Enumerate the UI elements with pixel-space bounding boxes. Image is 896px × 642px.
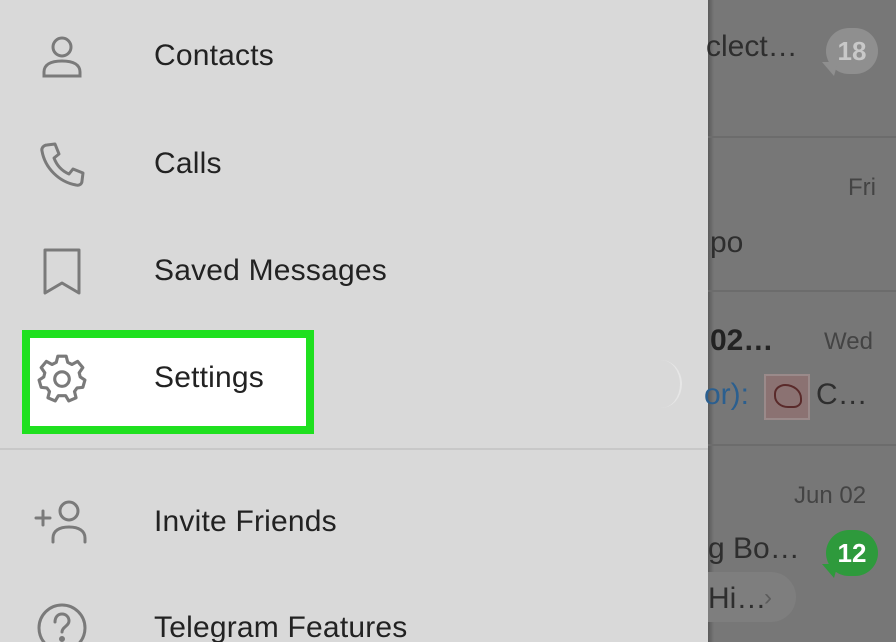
chat-title: 02…: [710, 324, 774, 357]
chat-divider: [708, 290, 896, 292]
menu-item-contacts[interactable]: Contacts: [0, 16, 708, 96]
menu-item-calls[interactable]: Calls: [0, 124, 708, 204]
chat-preview-text: g Bo…: [708, 532, 800, 565]
gear-icon: [30, 346, 94, 410]
unread-badge: 18: [822, 28, 878, 76]
add-person-icon: [30, 490, 94, 554]
chat-preview-text: Hi…: [708, 582, 767, 615]
menu-item-invite-friends[interactable]: Invite Friends: [0, 482, 708, 562]
bookmark-icon: [30, 239, 94, 303]
chat-date: Jun 02: [794, 482, 867, 509]
menu-divider: [0, 448, 708, 450]
navigation-drawer: Contacts Calls Saved Messages Settings I…: [0, 0, 708, 642]
unread-badge: 12: [822, 530, 878, 578]
chat-divider: [708, 444, 896, 446]
chat-divider: [708, 136, 896, 138]
phone-icon: [30, 132, 94, 196]
chat-date: Wed: [824, 328, 873, 355]
sticker-thumbnail: [764, 374, 810, 420]
chat-preview-text: C…: [816, 378, 868, 411]
menu-item-telegram-features[interactable]: Telegram Features: [0, 588, 708, 642]
chat-preview-text: clect…: [706, 30, 798, 63]
menu-item-label: Telegram Features: [154, 611, 408, 642]
menu-item-label: Calls: [154, 147, 222, 180]
menu-item-saved-messages[interactable]: Saved Messages: [0, 231, 708, 311]
chat-sender: or):: [704, 378, 749, 411]
person-icon: [30, 24, 94, 88]
chat-date: Fri: [848, 174, 876, 201]
menu-item-label: Invite Friends: [154, 505, 337, 538]
menu-item-label: Contacts: [154, 39, 274, 72]
chevron-right-icon: ›: [764, 584, 772, 611]
menu-item-settings[interactable]: Settings: [0, 338, 708, 418]
menu-item-label: Settings: [154, 361, 264, 394]
menu-item-label: Saved Messages: [154, 254, 387, 287]
question-icon: [30, 596, 94, 642]
chat-preview-text: po: [710, 226, 744, 259]
